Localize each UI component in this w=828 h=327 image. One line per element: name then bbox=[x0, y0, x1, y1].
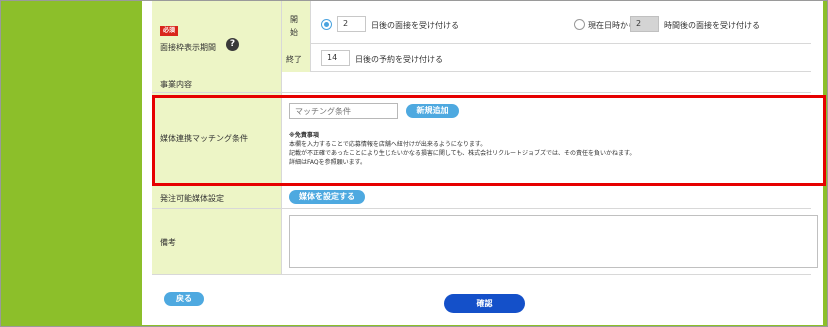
start-hours-input[interactable]: 2 bbox=[630, 16, 659, 32]
page-frame: 必須 面接枠表示期間 ? 開始 2 日後の面接を受け付ける 現在日時から 2 時… bbox=[0, 0, 828, 327]
start-hours-prefix: 現在日時から bbox=[588, 21, 636, 30]
start-days-input[interactable]: 2 bbox=[337, 16, 366, 32]
start-days-radio[interactable] bbox=[321, 19, 332, 30]
required-badge: 必須 bbox=[160, 26, 179, 36]
set-media-button[interactable]: 媒体を設定する bbox=[289, 190, 365, 204]
end-label: 終了 bbox=[286, 55, 302, 64]
start-hours-text: 時間後の面接を受け付ける bbox=[664, 21, 760, 30]
start-label: 開始 bbox=[290, 15, 298, 37]
row-media-setting: 発注可能媒体設定 媒体を設定する bbox=[152, 186, 811, 209]
remarks-textarea[interactable] bbox=[289, 215, 818, 268]
media-setting-label: 発注可能媒体設定 bbox=[160, 194, 224, 203]
start-days-text: 日後の面接を受け付ける bbox=[371, 21, 459, 30]
remarks-label-cell: 備考 bbox=[152, 209, 282, 274]
business-content-label-cell: 事業内容 bbox=[152, 72, 282, 92]
media-setting-label-cell: 発注可能媒体設定 bbox=[152, 186, 282, 208]
remarks-label: 備考 bbox=[160, 238, 176, 247]
end-days-text: 日後の予約を受け付ける bbox=[355, 55, 443, 64]
start-subrow: 開始 2 日後の面接を受け付ける 現在日時から 2 時間後の面接を受け付ける bbox=[282, 1, 811, 44]
start-hours-radio[interactable] bbox=[574, 19, 585, 30]
help-icon[interactable]: ? bbox=[226, 38, 239, 51]
end-label-cell: 終了 bbox=[282, 44, 311, 72]
row-business-content: 事業内容 bbox=[152, 72, 811, 93]
confirm-button[interactable]: 確認 bbox=[444, 294, 525, 313]
business-content-label: 事業内容 bbox=[160, 80, 192, 89]
row-interview-period: 必須 面接枠表示期間 ? 開始 2 日後の面接を受け付ける 現在日時から 2 時… bbox=[152, 1, 811, 72]
interview-period-label: 面接枠表示期間 bbox=[160, 43, 216, 52]
left-sidebar-bar bbox=[1, 1, 142, 326]
row-remarks: 備考 bbox=[152, 209, 818, 275]
back-button[interactable]: 戻る bbox=[164, 292, 204, 306]
end-days-input[interactable]: 14 bbox=[321, 50, 350, 66]
highlight-box bbox=[152, 95, 826, 186]
end-subrow: 終了 14 日後の予約を受け付ける bbox=[282, 44, 811, 72]
interview-period-label-cell: 必須 面接枠表示期間 ? bbox=[152, 1, 282, 72]
start-label-cell: 開始 bbox=[282, 1, 311, 44]
